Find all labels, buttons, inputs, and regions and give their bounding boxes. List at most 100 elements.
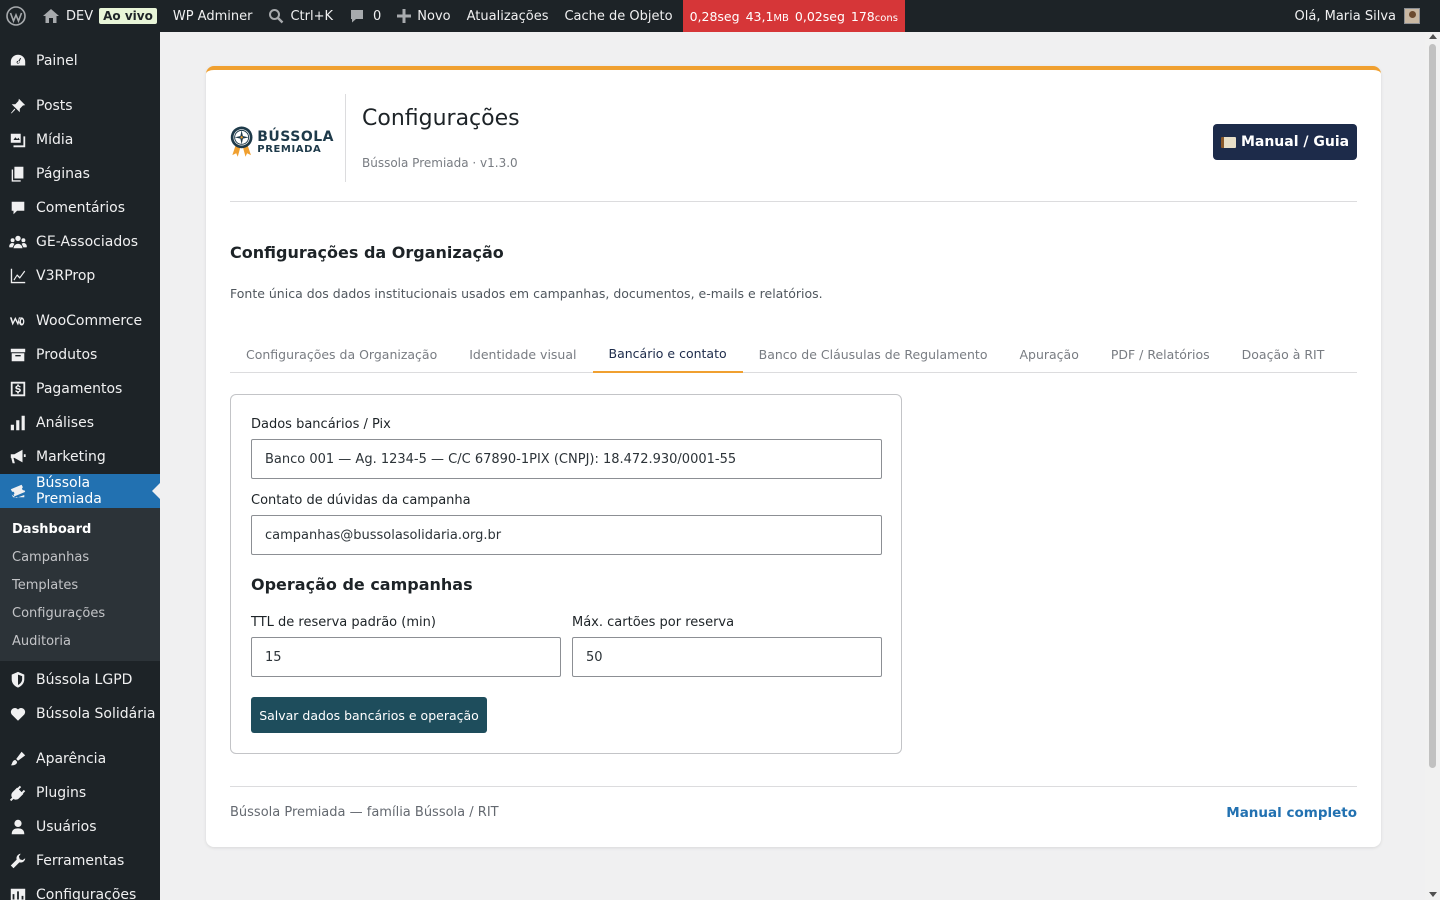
sidebar-item-painel[interactable]: Painel bbox=[0, 44, 160, 78]
ttl-input[interactable]: 15 bbox=[251, 637, 561, 677]
page-scrollbar[interactable] bbox=[1425, 32, 1440, 900]
contact-label: Contato de dúvidas da campanha bbox=[251, 493, 471, 508]
max-cards-input[interactable]: 50 bbox=[572, 637, 882, 677]
sidebar-item-configuracoes[interactable]: Configurações bbox=[0, 878, 160, 900]
woocommerce-icon bbox=[8, 311, 28, 331]
updates-link[interactable]: Atualizações bbox=[459, 0, 557, 32]
bussola-premiada-submenu: Dashboard Campanhas Templates Configuraç… bbox=[0, 508, 160, 661]
header-divider bbox=[345, 94, 346, 182]
wordpress-logo-icon[interactable] bbox=[0, 0, 34, 32]
tab-organizacao[interactable]: Configurações da Organização bbox=[230, 336, 453, 373]
save-bank-operations-button[interactable]: Salvar dados bancários e operação bbox=[251, 697, 487, 733]
tickets-icon bbox=[8, 481, 28, 501]
submenu-item-configuracoes[interactable]: Configurações bbox=[0, 599, 160, 627]
greeting: Olá, Maria Silva bbox=[1294, 8, 1396, 24]
sidebar-item-usuarios[interactable]: Usuários bbox=[0, 810, 160, 844]
sidebar-item-ge-associados[interactable]: GE-Associados bbox=[0, 225, 160, 259]
tab-identidade-visual[interactable]: Identidade visual bbox=[453, 336, 592, 373]
sidebar-item-ferramentas[interactable]: Ferramentas bbox=[0, 844, 160, 878]
manual-guide-button[interactable]: Manual / Guia bbox=[1213, 124, 1357, 160]
brush-icon bbox=[8, 749, 28, 769]
megaphone-icon bbox=[8, 447, 28, 467]
sidebar-item-marketing[interactable]: Marketing bbox=[0, 440, 160, 474]
settings-card: BÚSSOLA PREMIADA Configurações Bússola P… bbox=[206, 66, 1381, 847]
payments-icon bbox=[8, 379, 28, 399]
footer-divider bbox=[230, 786, 1357, 787]
new-label: Novo bbox=[417, 8, 451, 24]
media-icon bbox=[8, 130, 28, 150]
dashboard-icon bbox=[8, 51, 28, 71]
tab-banco-clausulas[interactable]: Banco de Cláusulas de Regulamento bbox=[743, 336, 1004, 373]
search-shortcut-label: Ctrl+K bbox=[290, 8, 334, 24]
object-cache-link[interactable]: Cache de Objeto bbox=[556, 0, 682, 32]
sidebar-item-plugins[interactable]: Plugins bbox=[0, 776, 160, 810]
comments-count: 0 bbox=[373, 8, 382, 24]
chart-line-icon bbox=[8, 266, 28, 286]
comments-link[interactable]: 0 bbox=[341, 0, 389, 32]
bank-details-label: Dados bancários / Pix bbox=[251, 417, 391, 432]
wrench-icon bbox=[8, 851, 28, 871]
user-icon bbox=[8, 817, 28, 837]
wp-adminer-link[interactable]: WP Adminer bbox=[165, 0, 261, 32]
query-monitor-stats[interactable]: 0,28seg 43,1MB 0,02seg 178cons bbox=[682, 0, 905, 32]
site-name-link[interactable]: DEV Ao vivo bbox=[34, 0, 165, 32]
admin-sidebar: Painel Posts Mídia Páginas Comentários G… bbox=[0, 32, 160, 900]
book-icon bbox=[1220, 136, 1236, 148]
sidebar-item-bussola-lgpd[interactable]: Bússola LGPD bbox=[0, 663, 160, 697]
heart-icon bbox=[8, 704, 28, 724]
scrollbar-thumb[interactable] bbox=[1429, 44, 1436, 768]
card-header: BÚSSOLA PREMIADA Configurações Bússola P… bbox=[230, 94, 1357, 202]
search-icon bbox=[268, 8, 284, 24]
avatar bbox=[1404, 8, 1420, 24]
comment-icon bbox=[349, 8, 365, 24]
perf-time-db: 0,02seg bbox=[794, 8, 845, 24]
perf-memory: 43,1MB bbox=[745, 8, 789, 24]
logo-line-1: BÚSSOLA bbox=[257, 128, 334, 145]
submenu-item-templates[interactable]: Templates bbox=[0, 571, 160, 599]
page-title: Configurações bbox=[362, 106, 520, 131]
pages-icon bbox=[8, 164, 28, 184]
sidebar-item-comentarios[interactable]: Comentários bbox=[0, 191, 160, 225]
sidebar-item-midia[interactable]: Mídia bbox=[0, 123, 160, 157]
sidebar-item-v3rprop[interactable]: V3RProp bbox=[0, 259, 160, 293]
settings-icon bbox=[8, 885, 28, 900]
sidebar-item-aparencia[interactable]: Aparência bbox=[0, 742, 160, 776]
new-content-link[interactable]: Novo bbox=[389, 0, 458, 32]
home-icon bbox=[42, 8, 60, 24]
admin-bar: DEV Ao vivo WP Adminer Ctrl+K 0 Novo Atu… bbox=[0, 0, 1440, 32]
scroll-up-arrow-icon[interactable] bbox=[1429, 34, 1437, 39]
ttl-label: TTL de reserva padrão (min) bbox=[251, 615, 436, 630]
submenu-item-campanhas[interactable]: Campanhas bbox=[0, 543, 160, 571]
full-manual-link[interactable]: Manual completo bbox=[1226, 805, 1357, 821]
live-badge: Ao vivo bbox=[99, 8, 157, 24]
submenu-item-auditoria[interactable]: Auditoria bbox=[0, 627, 160, 655]
sidebar-item-posts[interactable]: Posts bbox=[0, 89, 160, 123]
sidebar-item-woocommerce[interactable]: WooCommerce bbox=[0, 304, 160, 338]
compass-medal-icon bbox=[230, 126, 253, 157]
submenu-item-dashboard[interactable]: Dashboard bbox=[0, 515, 160, 543]
search-shortcut[interactable]: Ctrl+K bbox=[260, 0, 341, 32]
plus-icon bbox=[397, 9, 412, 23]
groups-icon bbox=[8, 232, 28, 252]
my-account[interactable]: Olá, Maria Silva bbox=[1295, 0, 1420, 32]
tab-doacao-rit[interactable]: Doação à RIT bbox=[1226, 336, 1341, 373]
sidebar-item-pagamentos[interactable]: Pagamentos bbox=[0, 372, 160, 406]
max-cards-label: Máx. cartões por reserva bbox=[572, 615, 735, 630]
perf-queries: 178cons bbox=[850, 8, 898, 24]
sidebar-item-produtos[interactable]: Produtos bbox=[0, 338, 160, 372]
sidebar-item-paginas[interactable]: Páginas bbox=[0, 157, 160, 191]
scroll-down-arrow-icon[interactable] bbox=[1429, 892, 1437, 897]
bussola-premiada-logo: BÚSSOLA PREMIADA bbox=[230, 120, 334, 164]
section-description: Fonte única dos dados institucionais usa… bbox=[230, 286, 823, 301]
sidebar-item-bussola-premiada[interactable]: Bússola Premiada bbox=[0, 474, 160, 508]
logo-line-2: PREMIADA bbox=[257, 143, 322, 155]
sidebar-item-bussola-solidaria[interactable]: Bússola Solidária bbox=[0, 697, 160, 731]
tab-bancario-contato[interactable]: Bancário e contato bbox=[592, 336, 743, 373]
bank-details-input[interactable]: Banco 001 — Ag. 1234-5 — C/C 67890-1PIX … bbox=[251, 439, 882, 479]
tab-apuracao[interactable]: Apuração bbox=[1003, 336, 1094, 373]
sidebar-item-analises[interactable]: Análises bbox=[0, 406, 160, 440]
tab-pdf-relatorios[interactable]: PDF / Relatórios bbox=[1095, 336, 1226, 373]
perf-time-total: 0,28seg bbox=[689, 8, 740, 24]
contact-email-input[interactable]: campanhas@bussolasolidaria.org.br bbox=[251, 515, 882, 555]
archive-icon bbox=[8, 345, 28, 365]
